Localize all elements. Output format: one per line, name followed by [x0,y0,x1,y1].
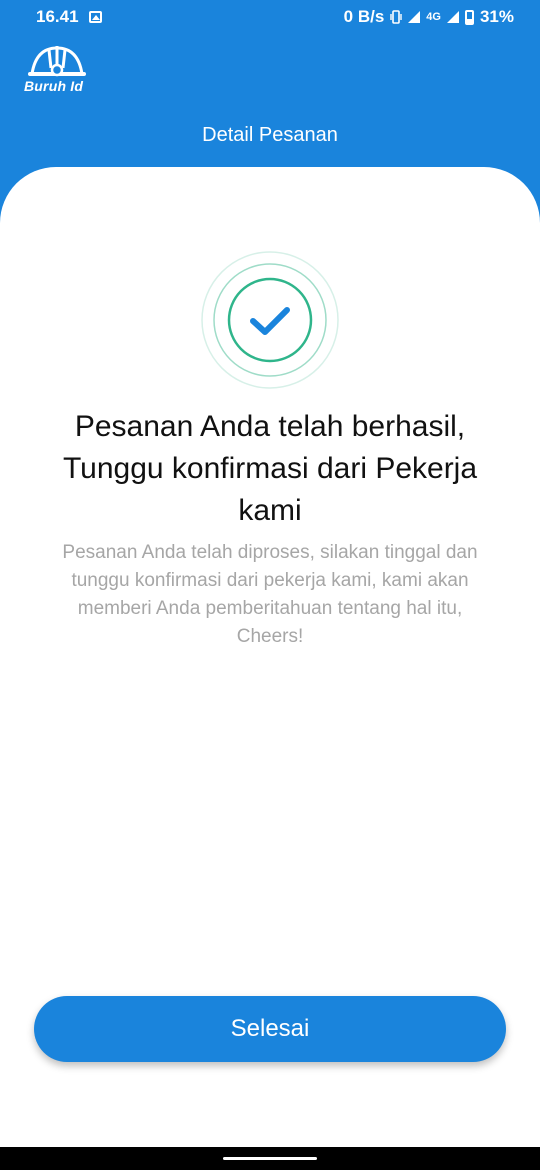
home-handle[interactable] [223,1157,317,1160]
status-left: 16.41 [36,7,102,27]
vibrate-icon [390,10,402,24]
success-badge [201,251,339,389]
page-title: Detail Pesanan [202,124,338,146]
battery-icon [464,9,474,25]
navigation-bar [0,1147,540,1170]
battery-level: 31% [479,7,514,26]
status-right: 0 B/s 4G 31% [344,7,514,27]
image-icon [88,11,102,23]
signal-icon [408,11,421,23]
status-bar: 16.41 0 B/s 4G 31% [0,0,540,34]
net-speed: 0 B/s [343,7,385,26]
done-button-label: Selesai [230,1015,310,1042]
success-description: Pesanan Anda telah diproses, silakan tin… [62,542,478,647]
status-time: 16.41 [36,7,79,26]
done-button[interactable]: Selesai [34,996,506,1062]
signal-icon [446,11,459,23]
logo-text: Buruh Id [24,78,84,94]
network-type: 4G [426,11,441,23]
success-headline: Pesanan Anda telah berhasil, Tunggu konf… [62,410,478,527]
check-icon [250,307,290,335]
